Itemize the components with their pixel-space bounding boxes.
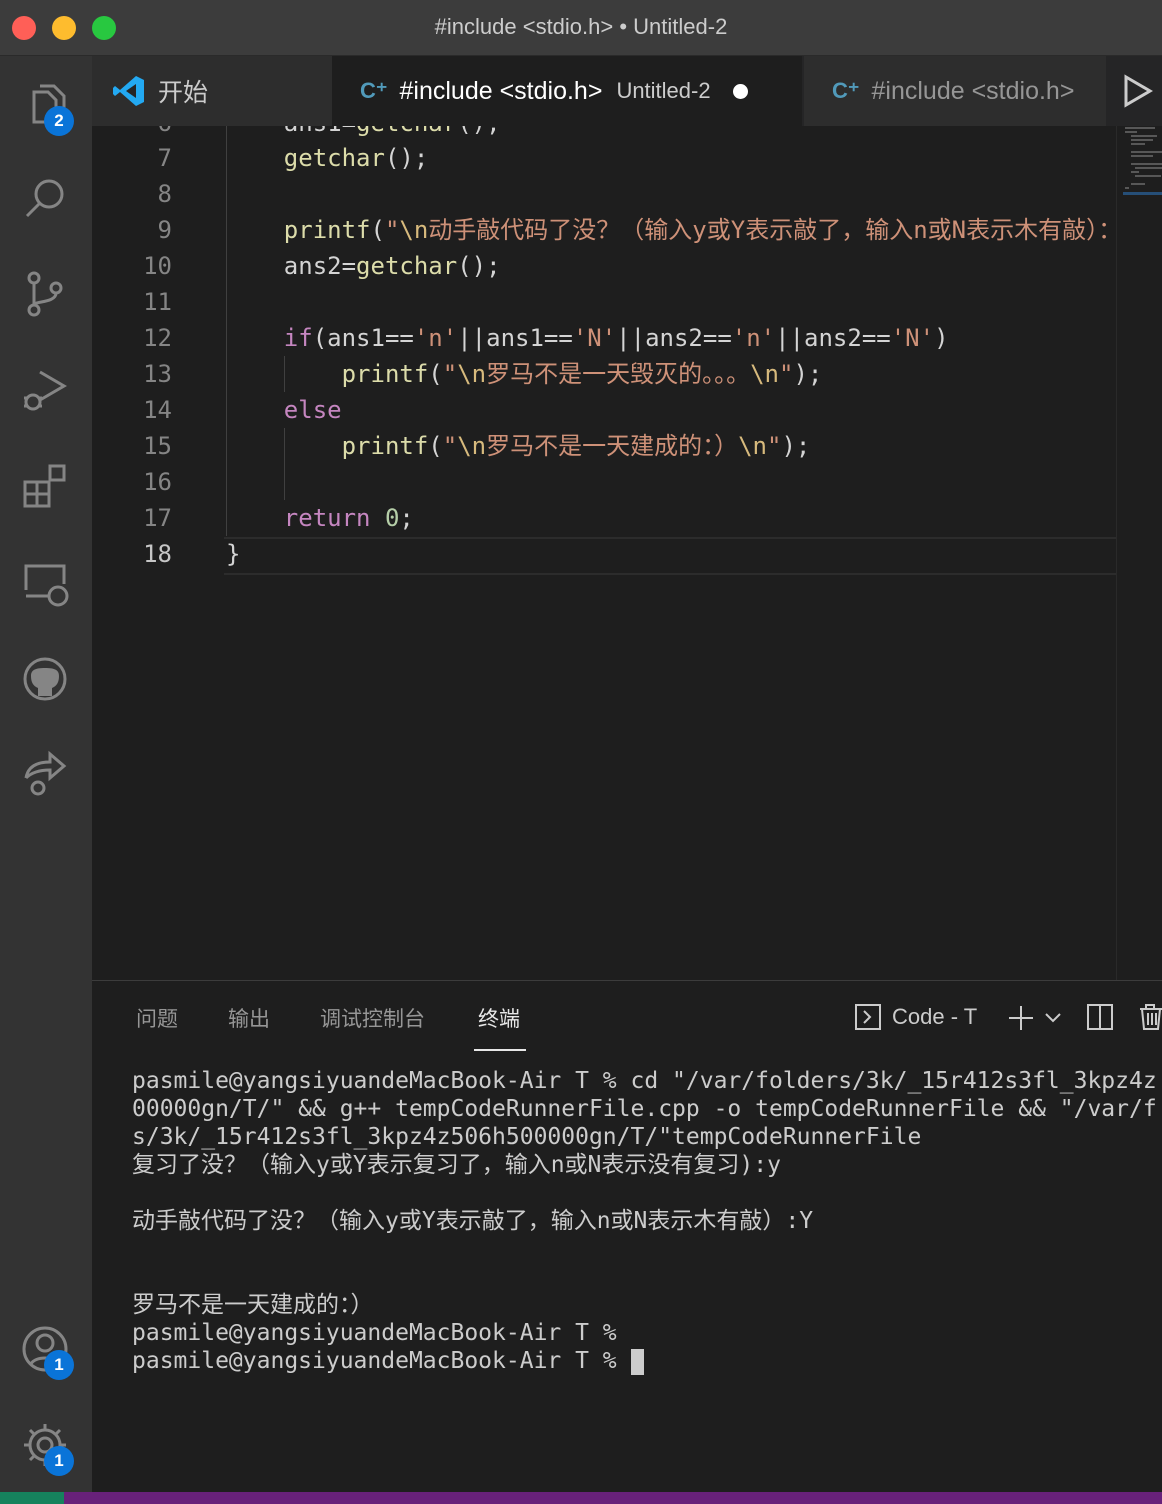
tab-description: Untitled-2 xyxy=(616,78,711,103)
code-line: 9 printf("\n动手敲代码了没？（输入y或Y表示敲了，输入n或N表示木有… xyxy=(157,216,1116,244)
code-line: 16 xyxy=(143,468,172,496)
unsaved-dot-icon[interactable] xyxy=(732,83,748,99)
code-line: 7 getchar(); xyxy=(157,144,429,172)
settings-badge: 1 xyxy=(44,1446,74,1476)
search-icon[interactable] xyxy=(16,170,74,228)
github-icon[interactable] xyxy=(16,650,74,708)
title-bar: #include <stdio.h> • Untitled-2 xyxy=(0,0,1162,56)
remote-explorer-icon[interactable] xyxy=(16,554,74,612)
vscode-logo-icon xyxy=(113,76,144,106)
tab-terminal[interactable]: 终端 xyxy=(478,1003,520,1033)
minimap[interactable] xyxy=(1116,126,1162,980)
settings-gear-icon[interactable]: 1 xyxy=(16,1416,74,1476)
active-tab-indicator xyxy=(474,1049,526,1051)
code-line: 14 else xyxy=(143,396,342,424)
code-line: 8 xyxy=(157,180,172,208)
run-code-icon[interactable] xyxy=(1120,72,1154,110)
explorer-badge: 2 xyxy=(44,106,74,136)
code-line: 10 ans2=getchar(); xyxy=(143,252,501,280)
cpp-file-icon: C⁺ xyxy=(832,78,860,103)
live-share-icon[interactable] xyxy=(16,744,74,802)
window-title: #include <stdio.h> • Untitled-2 xyxy=(434,14,728,39)
chevron-down-icon[interactable] xyxy=(1044,1011,1062,1025)
cpp-file-icon: C⁺ xyxy=(360,78,388,103)
code-line: 11 xyxy=(143,288,172,316)
editor-tabs: 开始 C⁺ #include <stdio.h> Untitled-2 C⁺ #… xyxy=(92,56,1162,126)
remote-indicator[interactable] xyxy=(0,1492,64,1504)
status-bar xyxy=(0,1492,1162,1504)
terminal-line: 复习了没？（输入y或Y表示复习了，输入n或N表示没有复习):y xyxy=(132,1152,781,1178)
terminal-name: Code - T xyxy=(892,1004,978,1029)
code-line: 13 printf("\n罗马不是一天毁灭的。。。\n"); xyxy=(143,360,823,388)
terminal-cursor xyxy=(630,1348,644,1375)
bottom-panel: 问题 输出 调试控制台 终端 Code - T pasmile@yangsiyu… xyxy=(92,980,1162,1492)
tab-label: 开始 xyxy=(158,79,209,107)
code-editor[interactable]: 6 ans1=getchar(); 7 getchar(); 8 9 print… xyxy=(92,126,1116,980)
terminal-line: 00000gn/T/" && g++ tempCodeRunnerFile.cp… xyxy=(132,1096,1157,1122)
terminal-line: pasmile@yangsiyuandeMacBook-Air T % xyxy=(132,1320,617,1346)
terminal-icon xyxy=(855,1004,881,1030)
activity-bar: 2 1 1 xyxy=(0,56,92,1492)
tab-debug-console[interactable]: 调试控制台 xyxy=(320,1003,425,1033)
accounts-icon[interactable]: 1 xyxy=(16,1320,74,1380)
tab-output[interactable]: 输出 xyxy=(228,1003,270,1033)
tab-welcome[interactable]: 开始 xyxy=(92,56,332,126)
code-line: 6 ans1=getchar(); xyxy=(92,126,1116,141)
code-line: 17 return 0; xyxy=(143,504,414,532)
terminal-line: 罗马不是一天建成的：） xyxy=(132,1292,374,1318)
tab-label: #include <stdio.h> xyxy=(871,76,1075,105)
tab-stdio[interactable]: C⁺ #include <stdio.h> xyxy=(804,56,1106,126)
trash-icon[interactable] xyxy=(1138,1003,1162,1031)
tab-problems[interactable]: 问题 xyxy=(136,1003,178,1033)
minimap-preview xyxy=(1123,127,1162,195)
terminal-line: pasmile@yangsiyuandeMacBook-Air T % cd "… xyxy=(132,1068,1157,1094)
terminal-prompt: pasmile@yangsiyuandeMacBook-Air T % xyxy=(132,1348,631,1374)
extensions-icon[interactable] xyxy=(16,456,74,514)
tab-label: #include <stdio.h> xyxy=(399,76,603,105)
accounts-badge: 1 xyxy=(44,1350,74,1380)
explorer-icon[interactable]: 2 xyxy=(16,76,74,136)
terminal-line: 动手敲代码了没？（输入y或Y表示敲了，输入n或N表示木有敲）:Y xyxy=(132,1208,814,1234)
code-line: 12 if(ans1=='n'||ans1=='N'||ans2=='n'||a… xyxy=(143,324,949,352)
code-line: 15 printf("\n罗马不是一天建成的：）\n"); xyxy=(143,432,811,460)
new-terminal-icon[interactable] xyxy=(1006,1003,1036,1033)
terminal-selector[interactable]: Code - T xyxy=(854,1001,977,1033)
terminal-line: s/3k/_15r412s3fl_3kpz4z506h500000gn/T/"t… xyxy=(132,1124,922,1150)
source-control-icon[interactable] xyxy=(16,264,74,322)
run-debug-icon[interactable] xyxy=(16,360,74,418)
code-line-current: 18} xyxy=(143,540,241,568)
split-terminal-icon[interactable] xyxy=(1086,1003,1114,1031)
terminal-output[interactable]: pasmile@yangsiyuandeMacBook-Air T % cd "… xyxy=(132,1067,1157,1375)
tab-untitled-2[interactable]: C⁺ #include <stdio.h> Untitled-2 xyxy=(332,56,802,126)
